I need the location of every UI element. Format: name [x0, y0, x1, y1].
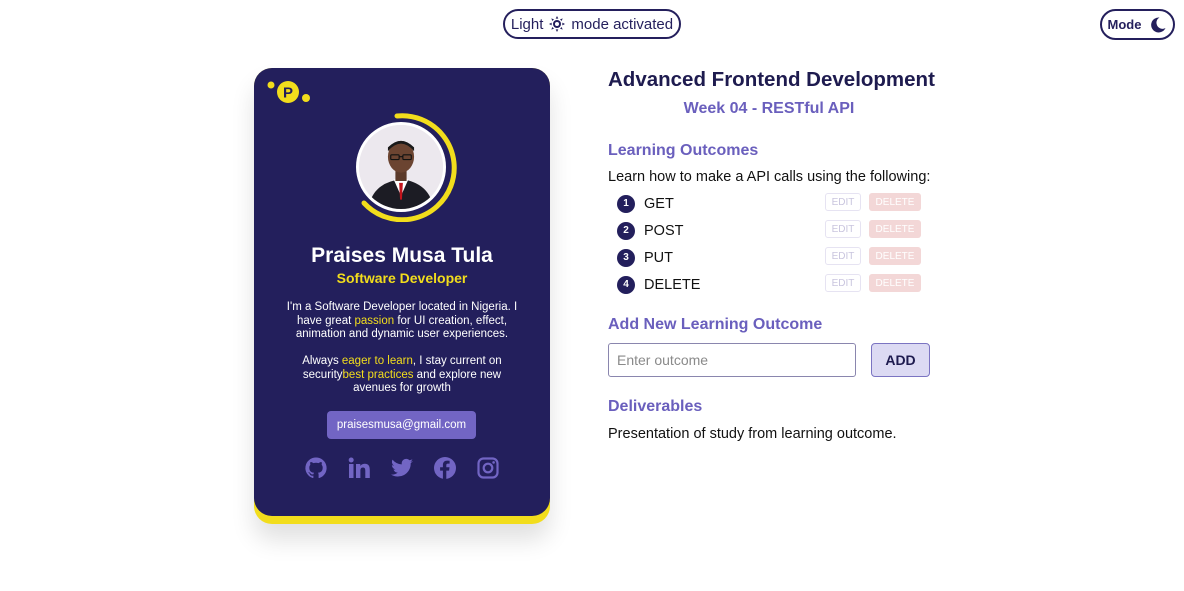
- sun-icon: [549, 16, 566, 32]
- item-label: PUT: [644, 249, 673, 266]
- avatar-wrap: [352, 112, 462, 222]
- highlight-best-practices: best practices: [342, 368, 414, 381]
- theme-status-badge: Light mode activated: [503, 9, 681, 39]
- edit-button[interactable]: EDIT: [825, 247, 861, 265]
- email-button[interactable]: praisesmusa@gmail.com: [327, 411, 476, 439]
- week-subtitle: Week 04 - RESTful API: [683, 100, 855, 117]
- instagram-icon[interactable]: [476, 456, 500, 480]
- delete-button[interactable]: DELETE: [869, 220, 921, 238]
- profile-bio-2: Always eager to learn, I stay current on…: [302, 355, 502, 394]
- logo-icon: P: [267, 81, 310, 103]
- list-item: 4 DELETE EDIT DELETE: [617, 271, 922, 298]
- mode-toggle-button[interactable]: Mode: [1100, 9, 1175, 40]
- edit-button[interactable]: EDIT: [825, 193, 861, 211]
- facebook-icon[interactable]: [433, 456, 457, 480]
- outcomes-intro: Learn how to make a API calls using the …: [608, 169, 931, 185]
- mode-toggle-label: Mode: [1107, 17, 1142, 32]
- list-item: 1 GET EDIT DELETE: [617, 190, 922, 217]
- edit-button[interactable]: EDIT: [825, 274, 861, 292]
- delete-button[interactable]: DELETE: [869, 193, 921, 211]
- outcome-input[interactable]: [608, 343, 856, 377]
- avatar: [356, 122, 446, 212]
- profile-card: P Praises Musa Tula Software Developer I…: [254, 68, 550, 516]
- list-item: 2 POST EDIT DELETE: [617, 217, 922, 244]
- item-label: DELETE: [644, 276, 701, 293]
- twitter-icon[interactable]: [390, 456, 414, 480]
- item-label: GET: [644, 195, 674, 212]
- profile-bio-1: I'm a Software Developer located in Nige…: [286, 301, 518, 340]
- item-number: 2: [617, 221, 635, 240]
- add-outcome-heading: Add New Learning Outcome: [608, 316, 823, 333]
- profile-role: Software Developer: [336, 270, 468, 286]
- linkedin-icon[interactable]: [347, 456, 371, 480]
- delete-button[interactable]: DELETE: [869, 274, 921, 292]
- highlight-eager: eager to learn: [341, 355, 413, 367]
- social-links: [304, 456, 500, 480]
- profile-name: Praises Musa Tula: [311, 244, 493, 267]
- learning-outcomes-heading: Learning Outcomes: [608, 142, 759, 159]
- item-number: 4: [617, 275, 635, 294]
- course-title: Advanced Frontend Development: [608, 68, 935, 91]
- item-label: POST: [644, 222, 684, 239]
- github-icon[interactable]: [304, 456, 328, 480]
- add-button[interactable]: ADD: [871, 343, 930, 377]
- deliverables-text: Presentation of study from learning outc…: [608, 426, 897, 442]
- theme-status-prefix: Light: [510, 15, 544, 33]
- deliverables-heading: Deliverables: [608, 398, 703, 415]
- logo-letter: P: [283, 85, 293, 102]
- list-item: 3 PUT EDIT DELETE: [617, 244, 922, 271]
- outcomes-list: 1 GET EDIT DELETE 2 POST EDIT DELETE 3 P…: [617, 190, 922, 298]
- item-number: 3: [617, 248, 635, 267]
- item-number: 1: [617, 194, 635, 213]
- delete-button[interactable]: DELETE: [869, 247, 921, 265]
- edit-button[interactable]: EDIT: [825, 220, 861, 238]
- moon-icon: [1151, 16, 1166, 32]
- highlight-passion: passion: [354, 314, 395, 327]
- theme-status-suffix: mode activated: [571, 15, 674, 33]
